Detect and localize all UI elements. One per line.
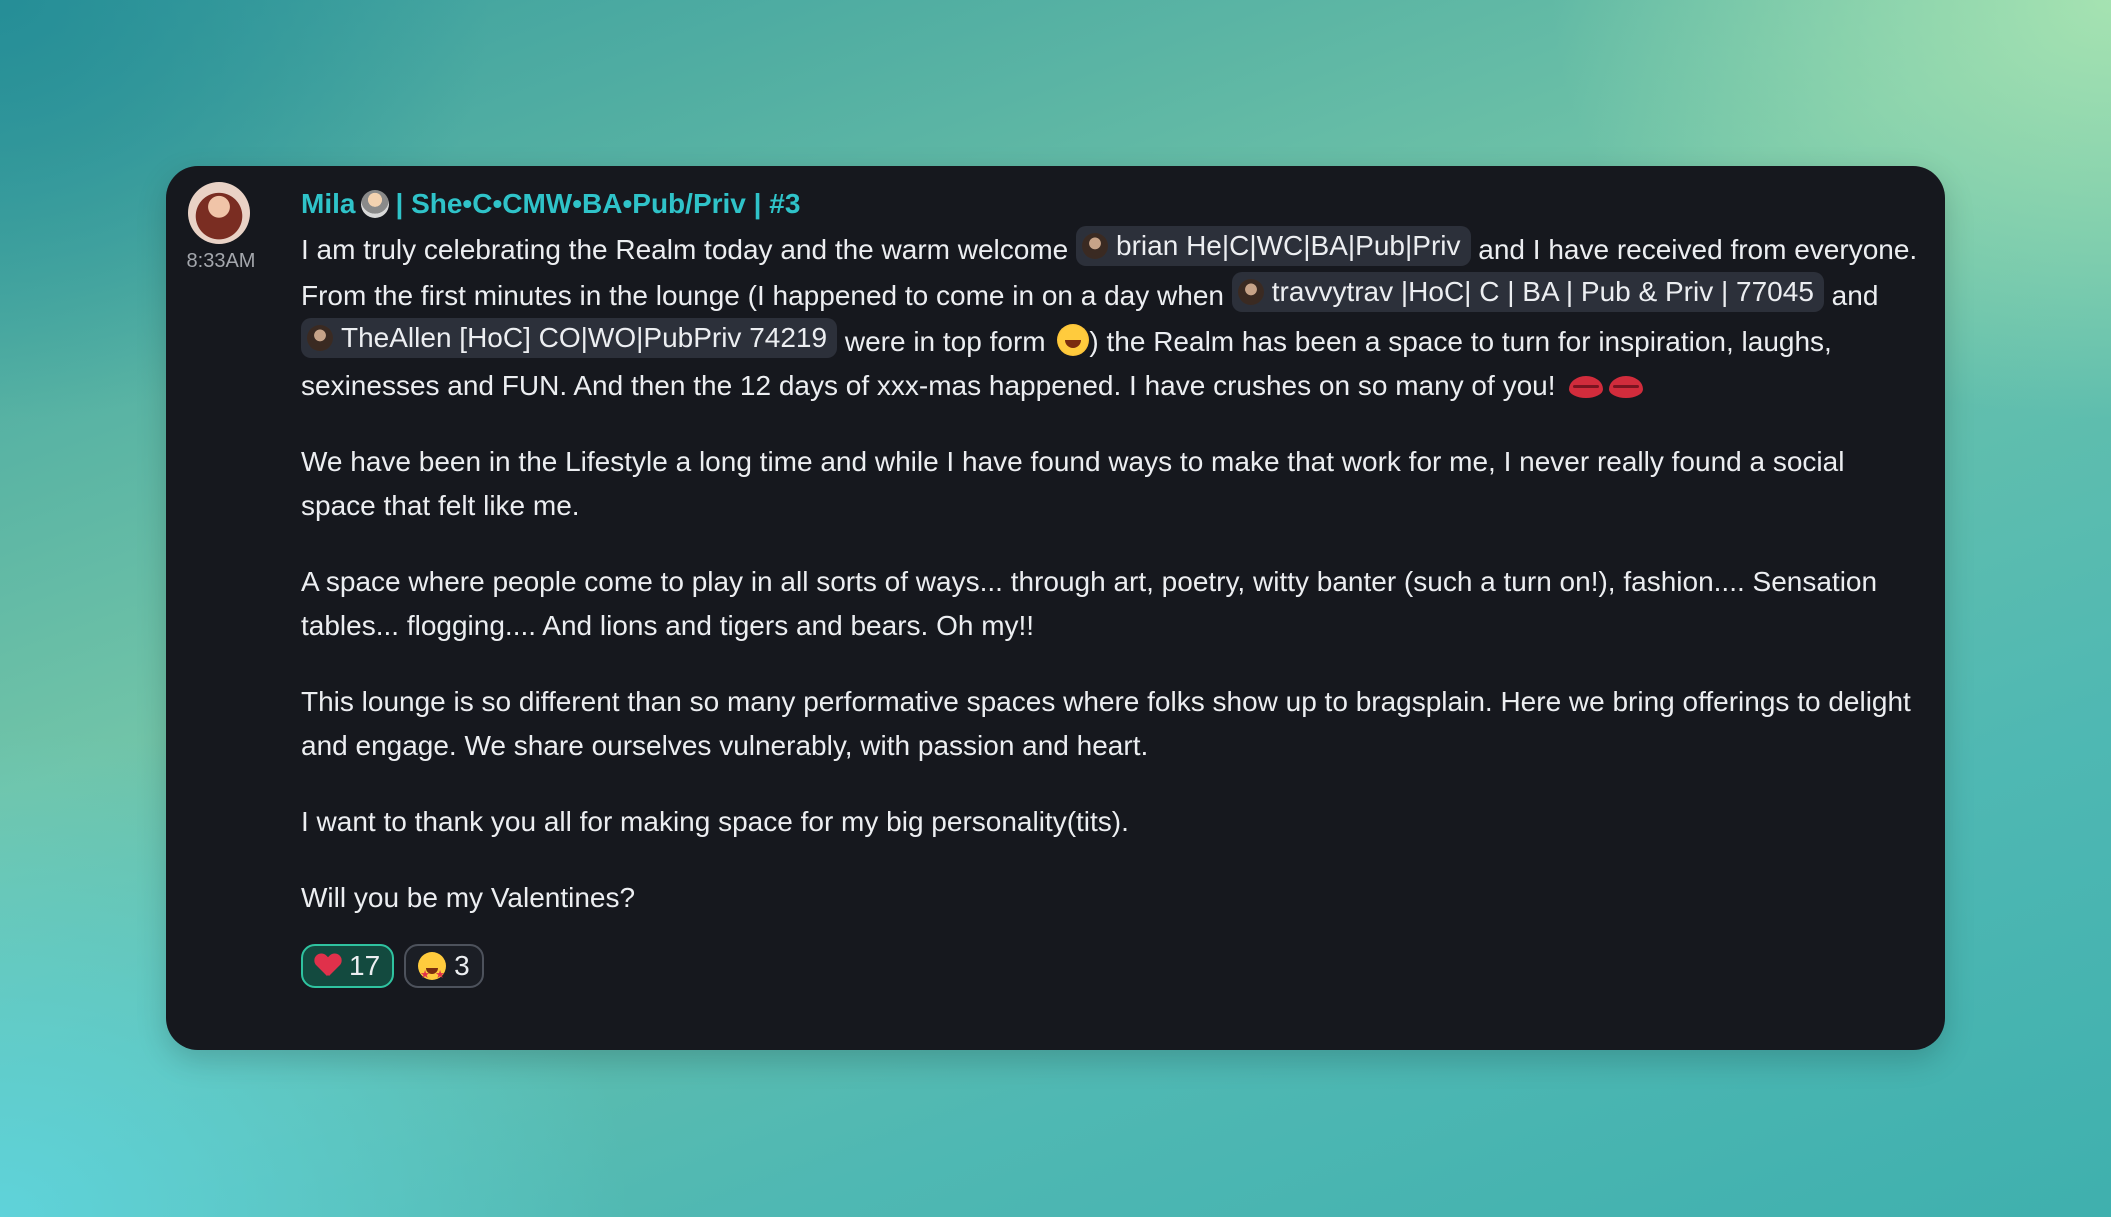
star-struck-icon — [418, 952, 447, 997]
mention-travvytrav[interactable]: travvytrav |HoC| C | BA | Pub & Priv | 7… — [1231, 272, 1824, 312]
kiss-emoji-icon — [1609, 376, 1644, 398]
reactions-bar: 17 3 — [301, 944, 1921, 997]
message-paragraph-5: I want to thank you all for making space… — [301, 806, 1129, 837]
author-badge-icon — [361, 190, 390, 218]
heart-icon — [315, 954, 341, 978]
mention-label: brian He|C|WC|BA|Pub|Priv — [1116, 230, 1461, 261]
reaction-heart[interactable]: 17 — [301, 944, 395, 988]
mention-avatar-icon — [1082, 233, 1109, 259]
kiss-emoji-icon — [1569, 376, 1604, 398]
reaction-star-struck[interactable]: 3 — [404, 944, 484, 997]
mention-avatar-icon — [1237, 279, 1264, 305]
mention-label: travvytrav |HoC| C | BA | Pub & Priv | 7… — [1271, 276, 1814, 307]
reaction-count: 3 — [454, 950, 470, 981]
text-segment: were in top form — [837, 326, 1054, 357]
laughing-emoji-icon — [1057, 324, 1090, 356]
author-name[interactable]: Mila | She•C•CMW•BA•Pub/Priv | #3 — [301, 186, 1921, 222]
author-avatar[interactable] — [188, 182, 250, 244]
message-paragraph-6: Will you be my Valentines? — [301, 882, 636, 913]
message-paragraph-2: We have been in the Lifestyle a long tim… — [301, 446, 1845, 521]
mention-label: TheAllen [HoC] CO|WO|PubPriv 74219 — [341, 322, 828, 353]
mention-avatar-icon — [307, 325, 333, 351]
message-content: Mila | She•C•CMW•BA•Pub/Priv | #3 I am t… — [301, 186, 1921, 997]
reaction-count: 17 — [349, 950, 381, 981]
message-paragraph-1: I am truly celebrating the Realm today a… — [301, 226, 1921, 408]
message-paragraph-3: A space where people come to play in all… — [301, 566, 1878, 641]
message-card: 8:33AM Mila | She•C•CMW•BA•Pub/Priv | #3… — [166, 166, 1945, 1050]
mention-brian[interactable]: brian He|C|WC|BA|Pub|Priv — [1076, 226, 1471, 266]
mention-theallen[interactable]: TheAllen [HoC] CO|WO|PubPriv 74219 — [301, 318, 838, 358]
author-name-label: Mila — [301, 188, 356, 219]
author-tags: | She•C•CMW•BA•Pub/Priv | #3 — [395, 188, 801, 219]
text-segment: and — [1823, 280, 1879, 311]
text-segment: I am truly celebrating the Realm today a… — [301, 234, 1077, 265]
message-paragraph-4: This lounge is so different than so many… — [301, 686, 1911, 761]
message-timestamp: 8:33AM — [186, 250, 256, 272]
